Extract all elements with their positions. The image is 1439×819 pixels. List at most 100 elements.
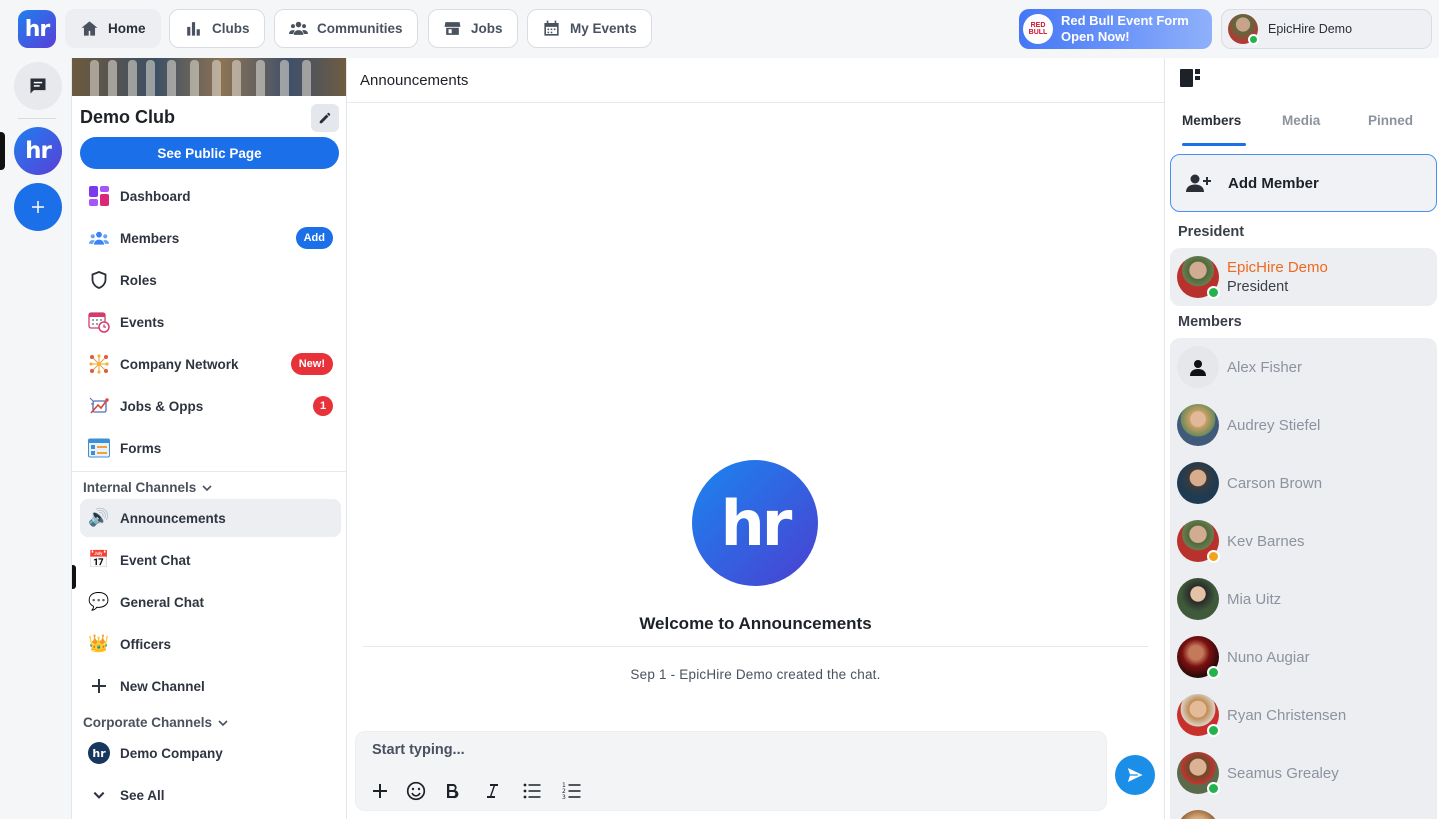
- dashboard-icon: [88, 185, 110, 207]
- members-panel: Members Media Pinned Add Member Presiden…: [1164, 58, 1439, 819]
- chevron-down-icon: [88, 784, 110, 806]
- channel-general-chat[interactable]: 💬 General Chat: [80, 583, 341, 621]
- nav-jobs-button[interactable]: Jobs: [428, 9, 518, 48]
- avatar: [1177, 520, 1220, 563]
- attach-button[interactable]: [368, 779, 392, 803]
- member-item[interactable]: Seamus Grealey: [1177, 751, 1339, 795]
- demo-club-rail-button[interactable]: hr: [14, 127, 62, 175]
- nav-clubs-button[interactable]: Clubs: [169, 9, 265, 48]
- calendar-emoji-icon: 📅: [88, 550, 110, 569]
- menu-item-members[interactable]: Members Add: [80, 219, 341, 257]
- channel-event-chat[interactable]: 📅 Event Chat: [80, 541, 341, 579]
- send-button[interactable]: [1115, 755, 1155, 795]
- toggle-panel-button[interactable]: [1180, 69, 1200, 92]
- italic-icon: [487, 784, 498, 798]
- message-divider: [363, 646, 1148, 647]
- menu-item-jobs-opps[interactable]: Jobs & Opps 1: [80, 387, 341, 425]
- epichire-logo[interactable]: hr: [18, 10, 56, 48]
- shield-icon: [88, 269, 110, 291]
- internal-channels-heading[interactable]: Internal Channels: [83, 480, 213, 495]
- plus-icon: [32, 201, 44, 213]
- see-public-page-button[interactable]: See Public Page: [80, 137, 339, 169]
- demo-company-logo: hr: [88, 742, 110, 764]
- edit-club-button[interactable]: [311, 104, 339, 132]
- crown-icon: 👑: [88, 634, 110, 653]
- corporate-channels-heading[interactable]: Corporate Channels: [83, 715, 229, 730]
- plus-icon: [373, 784, 387, 798]
- menu-item-forms[interactable]: Forms: [80, 429, 341, 467]
- members-list: Alex Fisher Audrey Stiefel Carson Brown …: [1170, 338, 1437, 819]
- bullet-list-button[interactable]: [520, 779, 544, 803]
- nav-home-button[interactable]: Home: [65, 9, 161, 48]
- member-item[interactable]: Ryan Christensen: [1177, 693, 1346, 737]
- avatar: [1177, 346, 1219, 388]
- welcome-heading: Welcome to Announcements: [639, 614, 872, 633]
- president-name: EpicHire Demo: [1227, 259, 1328, 276]
- add-member-button[interactable]: Add Member: [1170, 154, 1437, 212]
- bar-chart-icon: [187, 22, 200, 36]
- bullet-list-icon: [523, 783, 541, 799]
- channel-officers[interactable]: 👑 Officers: [80, 625, 341, 663]
- new-badge: New!: [290, 353, 333, 375]
- home-icon: [81, 21, 98, 36]
- president-heading: President: [1178, 224, 1245, 240]
- red-bull-promo-banner[interactable]: RED BULL Red Bull Event Form Open Now!: [1019, 9, 1212, 49]
- member-item[interactable]: Carson Brown: [1177, 461, 1322, 505]
- member-item[interactable]: [1177, 809, 1219, 819]
- avatar: [1177, 810, 1219, 819]
- calendar-clock-icon: [88, 311, 110, 333]
- italic-button[interactable]: [480, 779, 504, 803]
- top-bar: hr Home Clubs Communities Jobs My Events…: [0, 0, 1439, 58]
- direct-messages-button[interactable]: [14, 62, 62, 110]
- bold-button[interactable]: [440, 779, 464, 803]
- online-status-dot: [1207, 724, 1220, 737]
- member-item[interactable]: Alex Fisher: [1177, 345, 1302, 389]
- away-status-dot: [1207, 550, 1220, 563]
- message-composer: 123: [355, 731, 1107, 811]
- avatar: [1177, 636, 1220, 679]
- president-role: President: [1227, 279, 1289, 295]
- chat-main: Announcements hr Welcome to Announcement…: [347, 58, 1164, 819]
- user-menu-button[interactable]: EpicHire Demo: [1221, 9, 1432, 49]
- add-club-button[interactable]: [14, 183, 62, 231]
- tab-members[interactable]: Members: [1182, 113, 1241, 128]
- avatar: [1177, 694, 1220, 737]
- member-item[interactable]: Mia Uitz: [1177, 577, 1281, 621]
- numbered-list-button[interactable]: 123: [560, 779, 584, 803]
- add-members-badge[interactable]: Add: [295, 227, 333, 249]
- menu-item-roles[interactable]: Roles: [80, 261, 341, 299]
- online-status-dot: [1248, 34, 1259, 45]
- emoji-button[interactable]: [404, 779, 428, 803]
- people-icon: [289, 21, 308, 35]
- promo-title: Red Bull Event Form: [1061, 13, 1189, 28]
- channel-demo-company[interactable]: hr Demo Company: [80, 734, 341, 772]
- new-channel-button[interactable]: New Channel: [80, 667, 341, 705]
- message-input[interactable]: [356, 732, 1106, 768]
- online-status-dot: [1207, 286, 1220, 299]
- member-item[interactable]: Nuno Augiar: [1177, 635, 1310, 679]
- president-card[interactable]: EpicHire Demo President: [1170, 248, 1437, 306]
- members-heading: Members: [1178, 314, 1242, 330]
- club-title: Demo Club: [80, 107, 176, 127]
- chevron-down-icon: [202, 484, 212, 491]
- menu-item-dashboard[interactable]: Dashboard: [80, 177, 341, 215]
- avatar: [1177, 752, 1220, 795]
- nav-my-events-button[interactable]: My Events: [527, 9, 652, 48]
- sidebar-divider: [72, 471, 346, 472]
- member-item[interactable]: Audrey Stiefel: [1177, 403, 1320, 447]
- see-all-button[interactable]: See All: [80, 776, 341, 814]
- active-tab-indicator: [1182, 143, 1246, 146]
- avatar: [1177, 578, 1219, 620]
- members-icon: [88, 227, 110, 249]
- promo-subtitle: Open Now!: [1061, 29, 1130, 44]
- menu-item-events[interactable]: Events: [80, 303, 341, 341]
- plus-icon: [88, 675, 110, 697]
- menu-item-company-network[interactable]: Company Network New!: [80, 345, 341, 383]
- channel-announcements[interactable]: 🔊 Announcements: [80, 499, 341, 537]
- nav-communities-button[interactable]: Communities: [274, 9, 418, 48]
- channel-header: Announcements: [347, 58, 1164, 103]
- tab-media[interactable]: Media: [1282, 113, 1320, 128]
- member-item[interactable]: Kev Barnes: [1177, 519, 1305, 563]
- online-status-dot: [1207, 666, 1220, 679]
- tab-pinned[interactable]: Pinned: [1368, 113, 1413, 128]
